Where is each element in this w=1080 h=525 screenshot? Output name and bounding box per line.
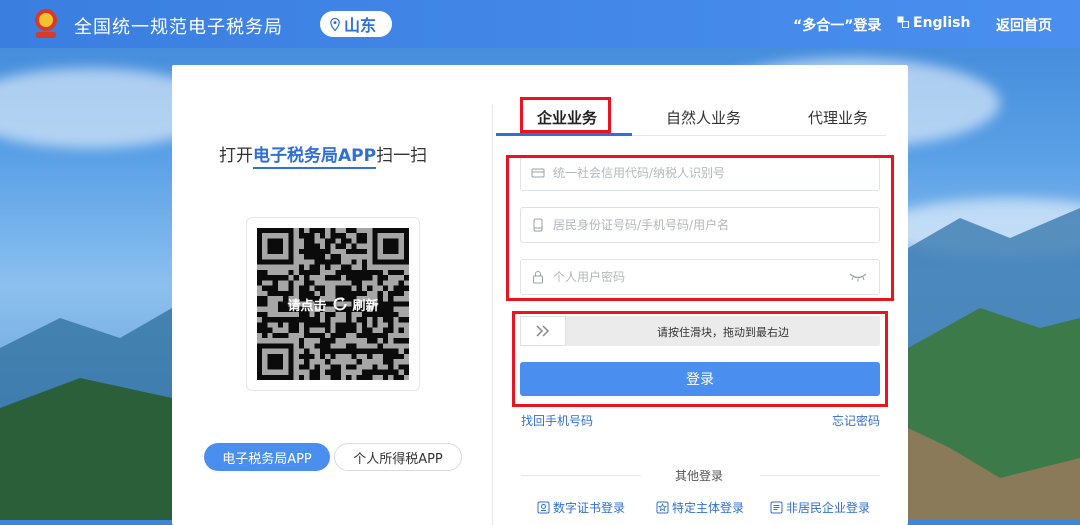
cert-login-link[interactable]: 数字证书登录 [537, 499, 625, 516]
location-pin-icon [330, 17, 340, 31]
qr-code-box[interactable]: 请点击 刷新 [246, 217, 420, 391]
other-login-line-right [760, 475, 880, 476]
forgot-password-link[interactable]: 忘记密码 [832, 412, 880, 429]
app-name-highlight: 电子税务局APP [253, 146, 377, 169]
tax-app-button[interactable]: 电子税务局APP [204, 443, 330, 471]
recover-phone-link[interactable]: 找回手机号码 [521, 412, 593, 429]
qr-refresh-overlay[interactable]: 请点击 刷新 [257, 228, 409, 380]
highlight-box-tab [520, 97, 611, 133]
document-icon [770, 501, 783, 514]
english-link[interactable]: English [897, 15, 970, 31]
english-label: English [913, 15, 971, 31]
language-icon [897, 16, 909, 28]
highlight-box-login [512, 311, 888, 407]
scan-title: 打开电子税务局APP扫一扫 [219, 141, 427, 169]
special-entity-login-link[interactable]: 特定主体登录 [656, 499, 744, 516]
highlight-box-inputs [506, 155, 894, 301]
other-login-line-left [521, 475, 641, 476]
iit-app-button[interactable]: 个人所得税APP [334, 443, 462, 471]
tab-agent[interactable]: 代理业务 [808, 107, 868, 128]
tab-natural-person[interactable]: 自然人业务 [666, 107, 741, 128]
region-label: 山东 [344, 16, 377, 35]
region-selector[interactable]: 山东 [320, 11, 392, 37]
active-tab-indicator [496, 133, 632, 136]
tax-emblem-icon [35, 9, 57, 38]
non-resident-login-link[interactable]: 非居民企业登录 [770, 499, 870, 516]
other-login-title: 其他登录 [675, 469, 724, 483]
certificate-icon [537, 501, 550, 514]
multi-login-link[interactable]: “多合一”登录 [793, 15, 881, 35]
refresh-icon [333, 297, 346, 311]
card-divider [492, 105, 493, 525]
star-badge-icon [656, 501, 669, 514]
site-title: 全国统一规范电子税务局 [74, 17, 283, 38]
login-card: 打开电子税务局APP扫一扫 请点击 刷新 电子税务局APP 个人所得税APP 企… [172, 65, 908, 525]
home-link[interactable]: 返回首页 [996, 15, 1052, 35]
top-header: 全国统一规范电子税务局 山东 “多合一”登录 English 返回首页 [0, 0, 1080, 48]
